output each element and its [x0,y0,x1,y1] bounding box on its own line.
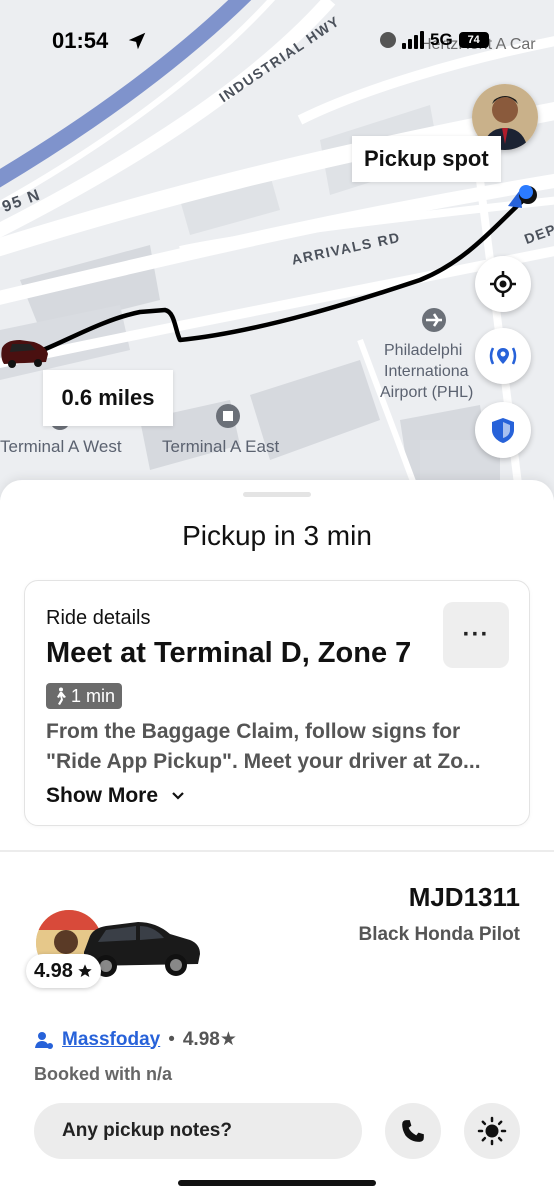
driver-separator: • [168,1028,175,1050]
booked-with-label: Booked with n/a [34,1064,173,1084]
meeting-point-heading: Meet at Terminal D, Zone 7 [46,637,412,669]
ride-instructions: From the Baggage Claim, follow signs for… [46,717,516,777]
pickup-spot-tag: Pickup spot [352,136,501,182]
signal-icon [402,31,424,49]
sun-icon [477,1116,507,1146]
show-more-button[interactable]: Show More [46,784,184,808]
network-label: 5G [430,30,453,49]
status-time: 01:54 [52,28,109,53]
pickup-eta-title: Pickup in 3 min [182,520,372,551]
crosshair-icon [490,271,516,297]
ride-instructions-line1: From the Baggage Claim, follow signs for [46,720,461,743]
walk-time-badge: 1 min [46,683,123,709]
terminal-a-west-label: Terminal A West [0,437,122,456]
person-badge-icon [35,1031,53,1049]
vehicle-rating-value: 4.98 [34,959,73,982]
status-right: 5G 74 [380,30,489,50]
share-location-button[interactable] [475,328,531,384]
call-driver-button[interactable] [385,1103,441,1159]
shield-icon [492,418,514,443]
ride-details-card[interactable]: Ride details Meet at Terminal D, Zone 7 … [24,580,530,826]
license-plate: MJD1311 [408,882,520,912]
recenter-button[interactable] [475,256,531,312]
star-icon [78,964,92,977]
brightness-button[interactable] [464,1103,520,1159]
terminal-a-east-label: Terminal A East [162,437,280,456]
walk-time-text: 1 min [71,685,116,706]
battery-level: 74 [467,34,480,46]
show-more-label: Show More [46,784,159,807]
location-arrow-icon [128,32,146,50]
driver-rating: 4.98★ [182,1029,237,1050]
safety-toolkit-button[interactable] [475,402,531,458]
pickup-notes-button[interactable]: Any pickup notes? [34,1103,362,1159]
ride-options-more-button[interactable]: ··· [443,602,509,668]
ride-details-label: Ride details [46,607,151,629]
airport-label-line1: Philadelphi [384,342,463,359]
airport-label-line2: Internationa [384,363,469,380]
do-not-disturb-icon [380,32,396,48]
ride-instructions-line2: "Ride App Pickup". Meet your driver at Z… [46,750,481,773]
vehicle-model: Black Honda Pilot [358,924,520,945]
broadcast-location-icon [489,347,517,365]
driver-name-link[interactable]: Massfoday [62,1029,160,1051]
driver-info-line: Massfoday • 4.98★ [34,1028,237,1051]
sheet-drag-handle[interactable] [243,492,311,497]
trip-bottom-sheet: Pickup in 3 min Ride details Meet at Ter… [0,480,554,1200]
map-view[interactable]: 01:54 HertzRent A Car 5G 74 INDUSTRIAL H… [0,0,554,500]
distance-tag: 0.6 miles [43,370,173,426]
vehicle-rating-badge: 4.98 [26,954,101,988]
walking-person-icon [57,687,66,705]
phone-icon [402,1120,424,1142]
chevron-down-icon [172,792,184,800]
home-indicator[interactable] [178,1180,376,1186]
section-divider [0,850,554,852]
battery-icon: 74 [458,32,489,48]
airport-label-line3: Airport (PHL) [380,384,474,401]
